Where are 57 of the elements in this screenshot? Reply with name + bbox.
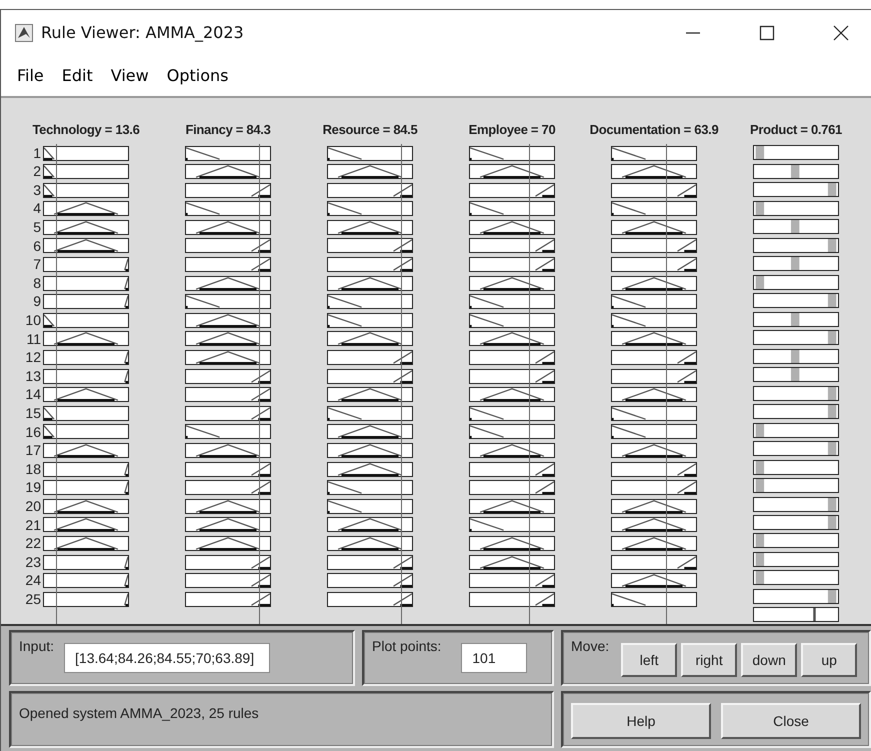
move-label: Move: xyxy=(571,638,610,654)
rule-number: 21 xyxy=(24,516,42,534)
dialog-button[interactable]: Close xyxy=(721,703,861,739)
input-variable-label: Technology = 13.6 xyxy=(32,122,140,137)
input-value-line[interactable] xyxy=(56,144,57,624)
rule-number: 18 xyxy=(24,460,42,478)
input-variable-label: Resource = 84.5 xyxy=(322,122,418,137)
output-value-marker[interactable] xyxy=(813,608,816,622)
move-button[interactable]: right xyxy=(681,643,738,677)
input-variable-label: Financy = 84.3 xyxy=(185,122,271,137)
rule-number: 2 xyxy=(32,162,42,181)
menu-item[interactable]: Edit xyxy=(56,64,99,88)
move-button[interactable]: up xyxy=(801,643,858,677)
input-value-line[interactable] xyxy=(529,144,530,624)
plot-points-field[interactable]: 101 xyxy=(461,643,528,673)
window-title: Rule Viewer: AMMA_2023 xyxy=(41,23,245,42)
input-label: Input: xyxy=(19,638,54,654)
rule-number: 1 xyxy=(32,144,42,162)
move-button[interactable]: left xyxy=(621,643,678,677)
rule-number: 17 xyxy=(24,441,42,460)
input-field[interactable]: [13.64;84.26;84.55;70;63.89] xyxy=(64,643,270,673)
rule-number: 13 xyxy=(24,366,42,386)
rule-number: 10 xyxy=(24,311,42,330)
input-value-line[interactable] xyxy=(666,144,668,624)
input-variable-label: Documentation = 63.9 xyxy=(590,122,718,137)
menu-item[interactable]: Options xyxy=(160,64,234,88)
rule-number: 6 xyxy=(32,236,42,256)
rule-number: 22 xyxy=(24,534,42,553)
rule-number: 15 xyxy=(24,404,42,423)
maximize-icon[interactable] xyxy=(759,24,775,41)
rule-number: 8 xyxy=(32,274,42,292)
close-icon[interactable] xyxy=(833,24,849,41)
rule-number: 14 xyxy=(24,385,42,404)
input-value-line[interactable] xyxy=(258,144,260,624)
rule-number: 5 xyxy=(32,218,42,237)
move-button[interactable]: down xyxy=(741,643,798,677)
app-icon xyxy=(15,24,33,42)
rule-number: 4 xyxy=(32,199,42,218)
rule-number: 9 xyxy=(32,292,42,312)
status-message: Opened system AMMA_2023, 25 rules xyxy=(19,705,259,721)
input-variable-label: Employee = 70 xyxy=(468,122,556,137)
menu-item[interactable]: File xyxy=(11,64,50,88)
input-value-line[interactable] xyxy=(400,144,402,624)
rule-number: 11 xyxy=(25,330,42,348)
rule-number: 24 xyxy=(24,571,42,590)
menu-item[interactable]: View xyxy=(104,64,155,88)
plot-points-label: Plot points: xyxy=(372,638,442,654)
rule-number: 25 xyxy=(24,590,42,609)
rule-number: 3 xyxy=(32,180,42,200)
rule-number: 19 xyxy=(24,478,42,497)
rule-number: 23 xyxy=(24,552,42,572)
rule-number: 12 xyxy=(24,348,42,367)
output-variable-label: Product = 0.761 xyxy=(750,122,842,137)
dialog-button[interactable]: Help xyxy=(571,703,711,739)
rule-number: 7 xyxy=(32,255,42,274)
rule-number: 16 xyxy=(24,422,42,442)
rule-number: 20 xyxy=(24,496,42,516)
